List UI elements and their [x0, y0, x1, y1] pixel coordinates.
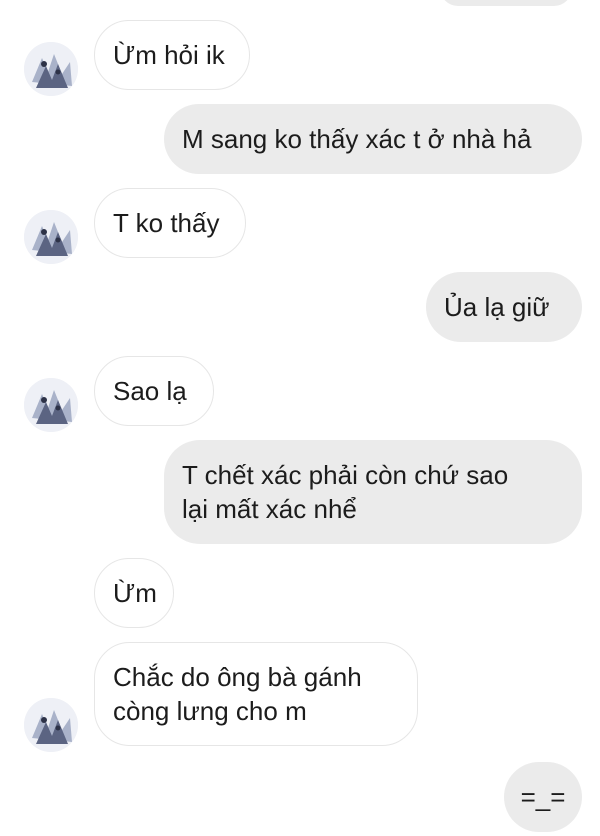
contact-avatar[interactable]: [24, 698, 78, 752]
incoming-message[interactable]: Ừm: [94, 558, 174, 628]
incoming-message[interactable]: Sao lạ: [94, 356, 214, 426]
outgoing-message[interactable]: =_=: [504, 762, 582, 832]
incoming-message[interactable]: T ko thấy: [94, 188, 246, 258]
outgoing-message[interactable]: Ủa lạ giữ: [426, 272, 582, 342]
avatar-image-icon: [24, 378, 78, 432]
contact-avatar[interactable]: [24, 378, 78, 432]
avatar-image-icon: [24, 210, 78, 264]
avatar-image-icon: [24, 698, 78, 752]
avatar-image-icon: [24, 42, 78, 96]
outgoing-message[interactable]: M sang ko thấy xác t ở nhà hả: [164, 104, 582, 174]
incoming-message[interactable]: Chắc do ông bà gánh còng lưng cho m: [94, 642, 418, 746]
outgoing-message[interactable]: T chết xác phải còn chứ sao lại mất xác …: [164, 440, 582, 544]
contact-avatar[interactable]: [24, 210, 78, 264]
cropped-outgoing-bubble: [440, 0, 572, 6]
incoming-message[interactable]: Ừm hỏi ik: [94, 20, 250, 90]
contact-avatar[interactable]: [24, 42, 78, 96]
